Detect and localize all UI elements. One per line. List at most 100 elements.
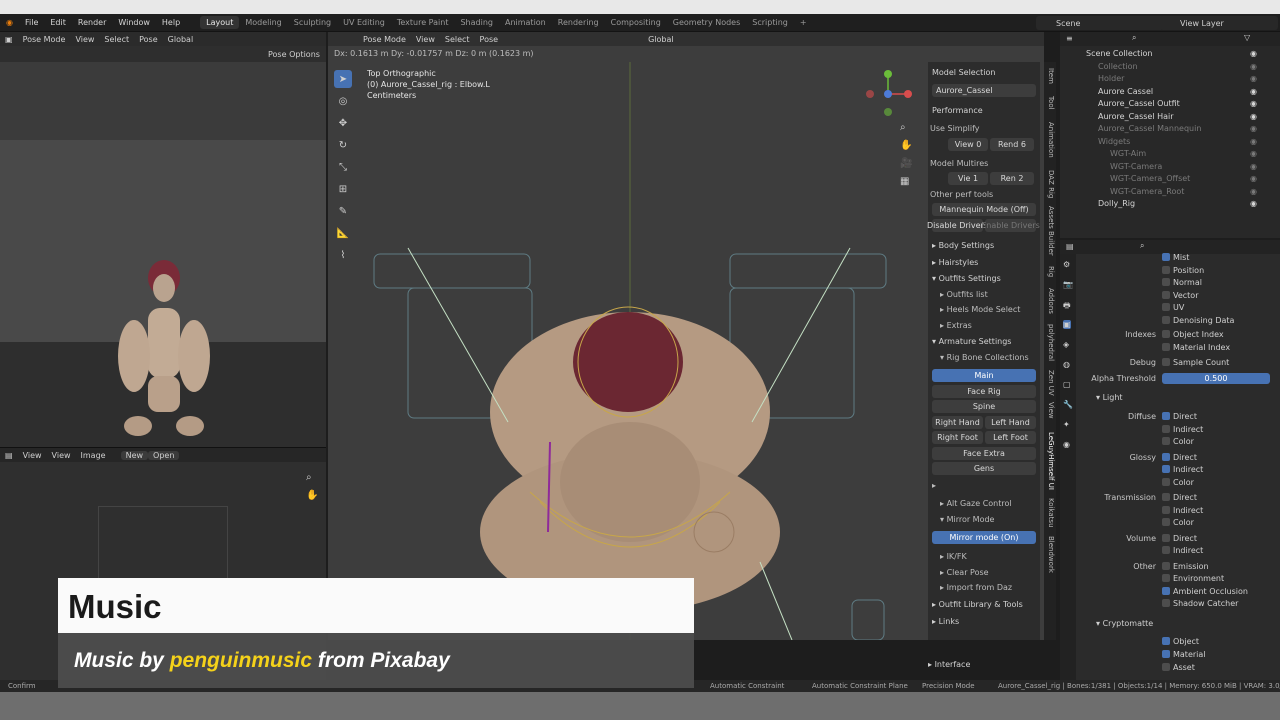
workspace-tab-geometry-nodes[interactable]: Geometry Nodes [667, 18, 746, 27]
diffuse-indirect-checkbox[interactable]: Indirect [1162, 425, 1203, 434]
visibility-eye-icon[interactable]: ◉ [1250, 148, 1257, 160]
volume-direct-checkbox[interactable]: Direct [1162, 534, 1197, 543]
visibility-eye-icon[interactable]: ◉ [1250, 198, 1257, 210]
ikfk-subpanel[interactable]: ▸ IK/FK [940, 552, 967, 561]
enable-drivers-button[interactable]: Enable Drivers [981, 219, 1040, 232]
output-tab-icon[interactable]: 🖶 [1063, 300, 1071, 314]
outliner-row[interactable]: Aurore_Cassel Outfit [1098, 98, 1180, 110]
expand-arrow-icon[interactable]: ▸ [932, 481, 936, 490]
menu-help[interactable]: Help [156, 18, 186, 27]
menu-view[interactable]: View [70, 35, 99, 44]
tool-tab-icon[interactable]: ⚙ [1063, 260, 1070, 269]
zoom-icon[interactable]: ⌕ [306, 472, 312, 483]
outfits-list-subpanel[interactable]: ▸ Outfits list [940, 290, 988, 299]
sidebar-tab-daz-rig[interactable]: DAZ Rig [1045, 170, 1055, 198]
glossy-direct-checkbox[interactable]: Direct [1162, 453, 1197, 462]
visibility-eye-icon[interactable]: ◉ [1250, 73, 1257, 85]
menu-view-2[interactable]: View [47, 451, 76, 460]
orientation-selector[interactable]: Global [643, 35, 679, 44]
editor-type-icon[interactable]: ≡ [1066, 34, 1073, 43]
volume-indirect-checkbox[interactable]: Indirect [1162, 546, 1203, 555]
visibility-eye-icon[interactable]: ◉ [1250, 136, 1257, 148]
diffuse-direct-checkbox[interactable]: Direct [1162, 412, 1197, 421]
outliner-row[interactable]: Aurore_Cassel Hair [1098, 111, 1174, 123]
sidebar-tab-rig[interactable]: Rig [1045, 266, 1055, 277]
simplify-rend-field[interactable]: Rend 6 [990, 138, 1034, 151]
bone-collection-face-rig-button[interactable]: Face Rig [932, 385, 1036, 398]
mirror-mode-subpanel[interactable]: ▾ Mirror Mode [940, 515, 994, 524]
multires-render-field[interactable]: Ren 2 [990, 172, 1034, 185]
multires-view-field[interactable]: Vie 1 [948, 172, 988, 185]
mode-selector[interactable]: Pose Mode [18, 35, 71, 44]
workspace-tab-animation[interactable]: Animation [499, 18, 552, 27]
transmission-indirect-checkbox[interactable]: Indirect [1162, 506, 1203, 515]
menu-select[interactable]: Select [440, 35, 475, 44]
bone-collection-right-hand-button[interactable]: Right Hand [932, 416, 983, 429]
outfits-settings-header[interactable]: ▾ Outfits Settings [932, 274, 1001, 283]
outliner-row[interactable]: Aurore Cassel [1098, 86, 1153, 98]
performance-header[interactable]: Performance [932, 106, 983, 115]
new-image-button[interactable]: New [120, 450, 149, 460]
sidebar-tab-polyhedral[interactable]: polyhedral [1045, 324, 1055, 361]
light-section-header[interactable]: ▾ Light [1096, 393, 1123, 402]
sidebar-tab-koikatsu[interactable]: Koikatsu [1045, 498, 1055, 528]
bone-collection-left-foot-button[interactable]: Left Foot [985, 431, 1036, 444]
transmission-color-checkbox[interactable]: Color [1162, 518, 1194, 527]
object-index-checkbox[interactable]: Object Index [1162, 330, 1224, 339]
view-layer-tab-icon[interactable]: ▣ [1063, 320, 1071, 329]
interface-header[interactable]: ▸ Interface [928, 660, 970, 669]
pose-options-button[interactable]: Pose Options [268, 50, 320, 59]
workspace-tab-scripting[interactable]: Scripting [746, 18, 794, 27]
sidebar-tab-assets-builder[interactable]: Assets Builder [1045, 206, 1055, 256]
filter-icon[interactable]: ▽ [1244, 33, 1250, 42]
emission-checkbox[interactable]: Emission [1162, 562, 1209, 571]
view-layer-selector[interactable]: View Layer [1160, 16, 1278, 30]
visibility-eye-icon[interactable]: ◉ [1250, 98, 1257, 110]
sidebar-tab-blendwork[interactable]: Blendwork [1045, 536, 1055, 573]
armature-settings-header[interactable]: ▾ Armature Settings [932, 337, 1011, 346]
outliner-row[interactable]: WGT-Camera_Offset [1110, 173, 1190, 185]
model-name-dropdown[interactable]: Aurore_Cassel [932, 84, 1036, 97]
visibility-eye-icon[interactable]: ◉ [1250, 173, 1257, 185]
outfit-library-header[interactable]: ▸ Outfit Library & Tools [932, 600, 1023, 609]
orientation-selector[interactable]: Global [163, 35, 199, 44]
bone-collection-main-button[interactable]: Main [932, 369, 1036, 382]
visibility-eye-icon[interactable]: ◉ [1250, 161, 1257, 173]
sample-count-checkbox[interactable]: Sample Count [1162, 358, 1229, 367]
menu-view[interactable]: View [18, 451, 47, 460]
cryptomatte-object-checkbox[interactable]: Object [1162, 637, 1199, 646]
heels-mode-subpanel[interactable]: ▸ Heels Mode Select [940, 305, 1020, 314]
editor-type-icon[interactable]: ▣ [0, 35, 18, 44]
modifier-tab-icon[interactable]: 🔧 [1063, 400, 1073, 409]
outliner-row[interactable]: WGT-Camera [1110, 161, 1162, 173]
workspace-tab-rendering[interactable]: Rendering [552, 18, 605, 27]
bone-collection-face-extra-button[interactable]: Face Extra [932, 447, 1036, 460]
outliner[interactable] [1060, 32, 1280, 238]
import-daz-subpanel[interactable]: ▸ Import from Daz [940, 583, 1012, 592]
menu-select[interactable]: Select [99, 35, 134, 44]
clear-pose-subpanel[interactable]: ▸ Clear Pose [940, 568, 989, 577]
menu-window[interactable]: Window [112, 18, 156, 27]
menu-image[interactable]: Image [76, 451, 111, 460]
sidebar-tab-addons[interactable]: Addons [1045, 288, 1055, 314]
camera-view-icon[interactable]: 🎥 [900, 158, 912, 169]
visibility-eye-icon[interactable]: ◉ [1250, 111, 1257, 123]
outliner-row[interactable]: Collection [1098, 61, 1138, 73]
mirror-mode-toggle[interactable]: Mirror mode (On) [932, 531, 1036, 544]
menu-edit[interactable]: Edit [44, 18, 72, 27]
zoom-icon[interactable]: ⌕ [900, 122, 906, 133]
alpha-threshold-slider[interactable]: 0.500 [1162, 373, 1270, 384]
visibility-eye-icon[interactable]: ◉ [1250, 48, 1257, 60]
outliner-row[interactable]: Holder [1098, 73, 1124, 85]
bone-collection-left-hand-button[interactable]: Left Hand [985, 416, 1036, 429]
rig-bone-collections-subpanel[interactable]: ▾ Rig Bone Collections [940, 353, 1029, 362]
search-icon[interactable]: ⌕ [1132, 33, 1136, 43]
menu-pose[interactable]: Pose [134, 35, 163, 44]
workspace-tab-uv-editing[interactable]: UV Editing [337, 18, 391, 27]
navigation-gizmo[interactable] [866, 66, 916, 118]
outliner-row[interactable]: Dolly_Rig [1098, 198, 1135, 210]
particles-tab-icon[interactable]: ✦ [1063, 420, 1070, 429]
shadow-catcher-checkbox[interactable]: Shadow Catcher [1162, 599, 1238, 608]
sidebar-tab-leguyhimself-ui[interactable]: LeGuyHimself UI [1045, 432, 1055, 490]
extras-subpanel[interactable]: ▸ Extras [940, 321, 972, 330]
